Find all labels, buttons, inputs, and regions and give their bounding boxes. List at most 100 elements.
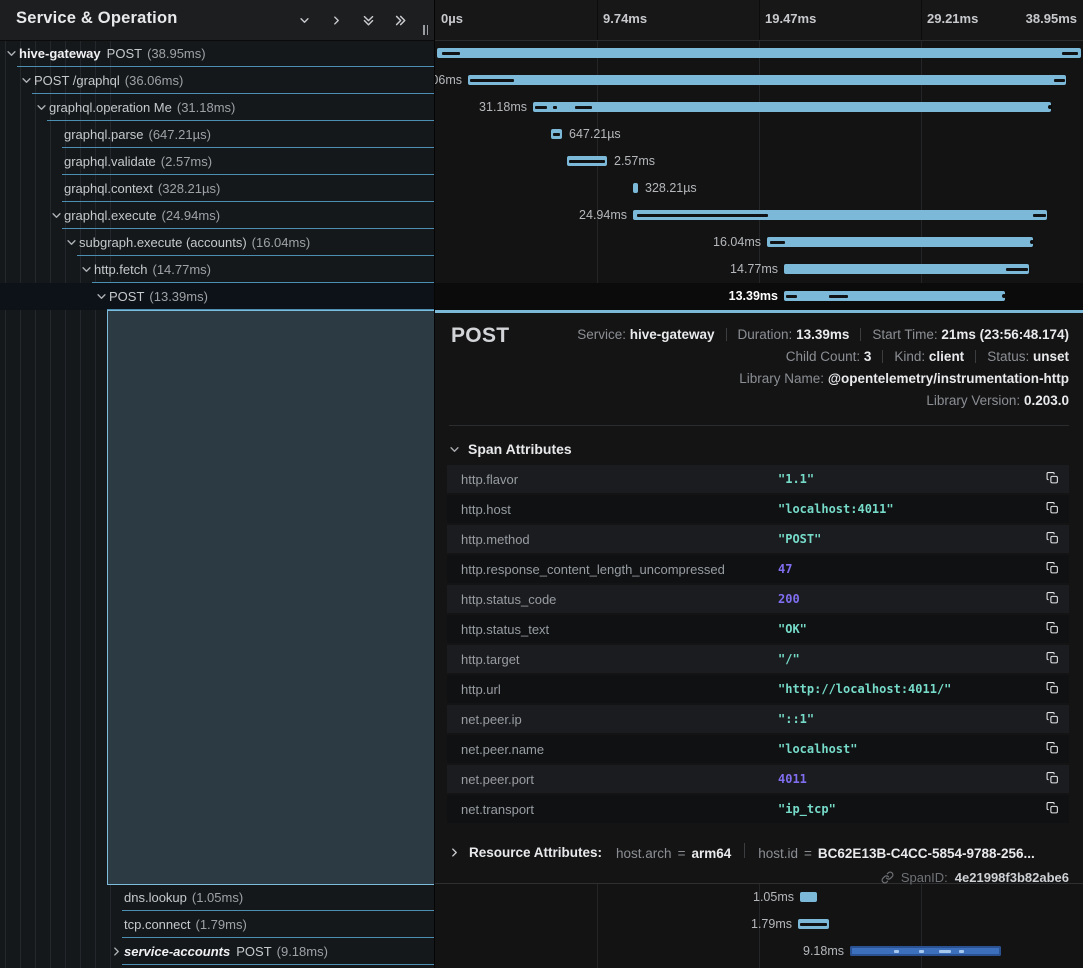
overview-value: 0.203.0: [1024, 393, 1069, 408]
copy-icon[interactable]: [1046, 711, 1059, 725]
operation-name: POST: [109, 289, 144, 304]
span-tree-row[interactable]: dns.lookup (1.05ms): [0, 884, 434, 911]
resource-attributes-row[interactable]: Resource Attributes: host.arch=arm64host…: [449, 840, 1069, 864]
span-bar[interactable]: [798, 919, 829, 929]
timeline-row[interactable]: [435, 40, 1083, 67]
chevron-right-icon[interactable]: [111, 946, 122, 957]
span-bar[interactable]: [468, 75, 1066, 85]
chevron-down-icon[interactable]: [296, 12, 312, 28]
span-tree-row[interactable]: POST (13.39ms): [0, 283, 434, 310]
ruler-tick-label: 29.21ms: [927, 11, 978, 26]
copy-icon[interactable]: [1046, 771, 1059, 785]
span-tree-row[interactable]: graphql.operation Me (31.18ms): [0, 94, 434, 121]
duration-label: (1.05ms): [192, 890, 243, 905]
span-bar[interactable]: [551, 129, 562, 139]
child-span-tick: [894, 950, 899, 953]
span-tree-row[interactable]: tcp.connect (1.79ms): [0, 911, 434, 938]
timeline-row[interactable]: 36.06ms: [435, 67, 1083, 94]
span-bar[interactable]: [533, 102, 1051, 112]
child-span-tick: [470, 79, 514, 82]
chevron-down-icon[interactable]: [21, 75, 32, 86]
copy-icon[interactable]: [1046, 681, 1059, 695]
span-id-value: 4e21998f3b82abe6: [955, 870, 1069, 885]
overview-label: Duration:: [738, 327, 793, 342]
span-tree-row[interactable]: service-accounts POST (9.18ms): [0, 938, 434, 965]
chevron-down-icon[interactable]: [81, 264, 92, 275]
attribute-key: http.method: [461, 532, 530, 547]
span-tree-row[interactable]: hive-gateway POST (38.95ms): [0, 40, 434, 67]
overview-value: 3: [864, 349, 872, 364]
double-chevron-down-icon[interactable]: [360, 12, 376, 28]
child-span-tick: [575, 106, 592, 109]
span-bar[interactable]: [784, 264, 1029, 274]
timeline-row[interactable]: 2.57ms: [435, 148, 1083, 175]
panel-resize-grip[interactable]: [423, 25, 428, 35]
chevron-down-icon[interactable]: [66, 237, 77, 248]
chevron-down-icon[interactable]: [6, 48, 17, 59]
copy-icon[interactable]: [1046, 591, 1059, 605]
span-tree-panel: hive-gateway POST (38.95ms) POST /graphq…: [0, 0, 434, 968]
duration-label: (647.21µs): [149, 127, 211, 142]
chevron-down-icon[interactable]: [96, 291, 107, 302]
span-tree-row[interactable]: graphql.execute (24.94ms): [0, 202, 434, 229]
copy-icon[interactable]: [1046, 531, 1059, 545]
resource-value: arm64: [691, 846, 731, 861]
span-bar[interactable]: [767, 237, 1033, 247]
timeline-row[interactable]: 14.77ms: [435, 256, 1083, 283]
overview-label: Service:: [577, 327, 626, 342]
timeline-row[interactable]: 24.94ms: [435, 202, 1083, 229]
span-bar[interactable]: [784, 291, 1005, 301]
panel-divider[interactable]: [434, 0, 435, 968]
copy-icon[interactable]: [1046, 501, 1059, 515]
span-tree-row[interactable]: http.fetch (14.77ms): [0, 256, 434, 283]
span-bar[interactable]: [633, 210, 1047, 220]
attribute-key: http.host: [461, 502, 511, 517]
copy-icon[interactable]: [1046, 621, 1059, 635]
chevron-down-icon[interactable]: [51, 210, 62, 221]
copy-icon[interactable]: [1046, 651, 1059, 665]
span-tree-row[interactable]: graphql.context (328.21µs): [0, 175, 434, 202]
span-bar[interactable]: [437, 48, 1081, 58]
timeline-row[interactable]: 16.04ms: [435, 229, 1083, 256]
attribute-key: http.response_content_length_uncompresse…: [461, 562, 725, 577]
link-icon[interactable]: [881, 871, 894, 884]
operation-name: tcp.connect: [124, 917, 191, 932]
timeline-row[interactable]: 1.79ms: [435, 911, 1083, 938]
duration-label: (328.21µs): [158, 181, 220, 196]
double-chevron-right-icon[interactable]: [392, 12, 408, 28]
chevron-right-icon[interactable]: [328, 12, 344, 28]
attribute-key: net.peer.port: [461, 772, 534, 787]
span-bar-alt-service[interactable]: [850, 946, 1001, 956]
span-bar[interactable]: [567, 156, 607, 166]
ruler-tick-label: 9.74ms: [603, 11, 647, 26]
span-tree-row[interactable]: POST /graphql (36.06ms): [0, 67, 434, 94]
timeline-row[interactable]: 9.18ms: [435, 938, 1083, 965]
copy-icon[interactable]: [1046, 471, 1059, 485]
span-tree-row[interactable]: graphql.validate (2.57ms): [0, 148, 434, 175]
span-tree-row[interactable]: graphql.parse (647.21µs): [0, 121, 434, 148]
copy-icon[interactable]: [1046, 561, 1059, 575]
attribute-value: 200: [778, 592, 800, 606]
attribute-row: http.host "localhost:4011": [447, 495, 1069, 523]
timeline-row[interactable]: 647.21µs: [435, 121, 1083, 148]
operation-name: POST: [236, 944, 271, 959]
operation-name: graphql.parse: [64, 127, 144, 142]
timeline-row[interactable]: 328.21µs: [435, 175, 1083, 202]
attribute-row: net.peer.port 4011: [447, 765, 1069, 793]
timeline-row[interactable]: 13.39ms: [435, 283, 1083, 310]
overview-line: Library Name: @opentelemetry/instrumenta…: [577, 368, 1069, 390]
copy-icon[interactable]: [1046, 741, 1059, 755]
attribute-value: "http://localhost:4011/": [778, 682, 951, 696]
span-bar[interactable]: [800, 892, 817, 902]
service-name: service-accounts: [124, 944, 230, 959]
ruler-tick-label: 0µs: [441, 11, 463, 26]
child-span-tick: [959, 950, 964, 953]
timeline-row[interactable]: 1.05ms: [435, 884, 1083, 911]
span-attributes-header[interactable]: Span Attributes: [449, 441, 572, 457]
span-tree-row[interactable]: subgraph.execute (accounts) (16.04ms): [0, 229, 434, 256]
copy-icon[interactable]: [1046, 801, 1059, 815]
span-bar[interactable]: [633, 183, 638, 193]
attribute-value: "localhost": [778, 742, 857, 756]
chevron-down-icon[interactable]: [36, 102, 47, 113]
timeline-row[interactable]: 31.18ms: [435, 94, 1083, 121]
